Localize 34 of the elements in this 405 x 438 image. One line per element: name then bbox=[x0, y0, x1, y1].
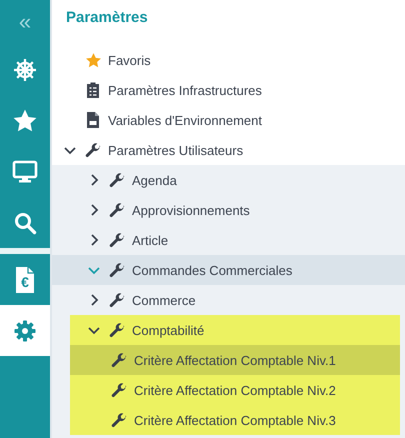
wrench-icon bbox=[110, 382, 128, 398]
tree-item[interactable]: Paramètres Infrastructures bbox=[52, 75, 405, 105]
wrench-icon bbox=[108, 232, 126, 248]
wrench-icon bbox=[108, 292, 126, 308]
panel-title: Paramètres bbox=[66, 8, 148, 28]
tree-item[interactable]: Variables d'Environnement bbox=[52, 105, 405, 135]
wrench-icon bbox=[108, 262, 126, 278]
invoice-icon: € bbox=[14, 266, 36, 294]
settings-icon bbox=[13, 318, 37, 342]
nav-item[interactable] bbox=[0, 305, 50, 356]
tree-item[interactable]: Article bbox=[52, 225, 405, 255]
star-icon bbox=[12, 108, 38, 134]
monitor-icon bbox=[12, 160, 38, 184]
document-icon bbox=[87, 112, 99, 128]
tree-item[interactable]: Favoris bbox=[52, 45, 405, 75]
tree-item[interactable]: Comptabilité bbox=[70, 315, 400, 345]
tree-item[interactable]: Commandes Commerciales bbox=[52, 255, 405, 285]
star-icon bbox=[84, 52, 102, 68]
helm-icon bbox=[13, 58, 37, 82]
wrench-icon bbox=[108, 322, 126, 338]
wrench-icon bbox=[84, 142, 102, 158]
tree-item[interactable]: Critère Affectation Comptable Niv.1 bbox=[70, 345, 400, 375]
tree-item[interactable]: Approvisionnements bbox=[52, 195, 405, 225]
tree-item[interactable]: Critère Affectation Comptable Niv.3 bbox=[70, 405, 400, 435]
tree-item[interactable]: Critère Affectation Comptable Niv.2 bbox=[70, 375, 400, 405]
wrench-icon bbox=[110, 352, 128, 368]
tree-item[interactable]: Agenda bbox=[52, 165, 405, 195]
wrench-icon bbox=[108, 202, 126, 218]
wrench-icon bbox=[108, 172, 126, 188]
tree-item[interactable]: Paramètres Utilisateurs bbox=[52, 135, 405, 165]
clipboard-icon bbox=[87, 82, 99, 98]
wrench-icon bbox=[110, 412, 128, 428]
tree-item[interactable]: Commerce bbox=[52, 285, 405, 315]
search-icon bbox=[13, 210, 37, 234]
